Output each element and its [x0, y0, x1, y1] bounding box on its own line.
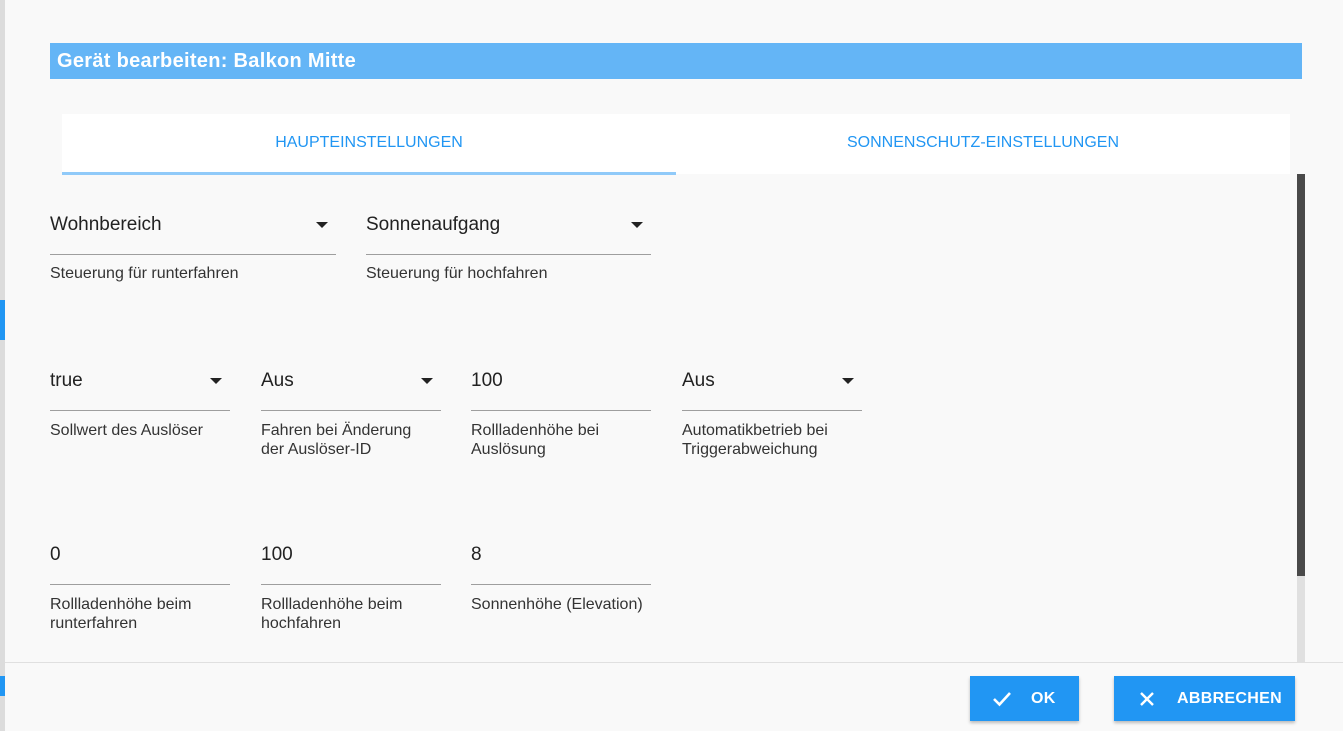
field-label: Steuerung für runterfahren	[50, 265, 239, 282]
select-value: true	[50, 370, 83, 391]
scrollbar-thumb[interactable]	[1297, 174, 1305, 576]
field-label: Sonnenhöhe (Elevation)	[471, 596, 643, 613]
drive-on-change-select[interactable]: Aus Fahren bei Änderung der Auslöser-ID	[261, 366, 441, 461]
input-value: 0	[50, 544, 61, 565]
height-down-input[interactable]: 0 Rollladenhöhe beim runterfahren	[50, 540, 230, 635]
field-label: Triggerabweichung	[682, 441, 818, 458]
check-icon	[992, 691, 1012, 707]
height-on-trigger-input[interactable]: 100 Rollladenhöhe bei Auslösung	[471, 366, 651, 461]
trigger-setpoint-select[interactable]: true Sollwert des Auslöser	[50, 366, 230, 461]
footer-divider	[5, 662, 1343, 663]
input-value: 100	[471, 370, 503, 391]
field-label: Rollladenhöhe beim	[50, 596, 192, 613]
dropdown-arrow-icon	[421, 378, 433, 384]
cancel-button-label: ABBRECHEN	[1177, 689, 1282, 707]
field-label: Steuerung für hochfahren	[366, 265, 548, 282]
content-scrollbar[interactable]	[1297, 174, 1305, 662]
dropdown-arrow-icon	[842, 378, 854, 384]
field-underline	[682, 410, 862, 411]
field-label: Fahren bei Änderung	[261, 422, 412, 439]
field-label: hochfahren	[261, 615, 342, 632]
field-underline	[471, 584, 651, 585]
field-label: Rollladenhöhe beim	[261, 596, 403, 613]
field-label: Rollladenhöhe bei	[471, 422, 600, 439]
down-control-select[interactable]: Wohnbereich Steuerung für runterfahren	[50, 210, 336, 290]
field-underline	[366, 254, 651, 255]
height-up-input[interactable]: 100 Rollladenhöhe beim hochfahren	[261, 540, 441, 635]
cancel-button[interactable]: ABBRECHEN	[1114, 676, 1295, 721]
up-control-select[interactable]: Sonnenaufgang Steuerung für hochfahren	[366, 210, 651, 290]
field-label: Auslösung	[471, 441, 546, 458]
dropdown-arrow-icon	[631, 222, 643, 228]
field-underline	[50, 584, 230, 585]
field-label: der Auslöser-ID	[261, 441, 372, 458]
ok-button[interactable]: OK	[970, 676, 1079, 721]
field-label: Sollwert des Auslöser	[50, 422, 203, 439]
tab-bar: HAUPTEINSTELLUNGEN SONNENSCHUTZ-EINSTELL…	[62, 114, 1290, 175]
auto-on-deviation-select[interactable]: Aus Automatikbetrieb bei Triggerabweichu…	[682, 366, 862, 461]
dialog-title: Gerät bearbeiten: Balkon Mitte	[50, 43, 1302, 79]
field-label: Automatikbetrieb bei	[682, 422, 828, 439]
dropdown-arrow-icon	[210, 378, 222, 384]
select-value: Aus	[261, 370, 294, 391]
select-value: Aus	[682, 370, 715, 391]
input-value: 8	[471, 544, 482, 565]
dropdown-arrow-icon	[316, 222, 328, 228]
select-value: Wohnbereich	[50, 214, 162, 235]
elevation-input[interactable]: 8 Sonnenhöhe (Elevation)	[471, 540, 651, 635]
field-underline	[50, 410, 230, 411]
field-underline	[261, 584, 441, 585]
input-value: 100	[261, 544, 293, 565]
field-underline	[261, 410, 441, 411]
field-underline	[471, 410, 651, 411]
select-value: Sonnenaufgang	[366, 214, 501, 235]
field-label: runterfahren	[50, 615, 138, 632]
tab-main-settings[interactable]: HAUPTEINSTELLUNGEN	[62, 114, 676, 175]
edit-device-dialog: Gerät bearbeiten: Balkon Mitte HAUPTEINS…	[5, 0, 1343, 731]
tab-sun-protection-settings[interactable]: SONNENSCHUTZ-EINSTELLUNGEN	[676, 114, 1290, 174]
ok-button-label: OK	[1031, 689, 1056, 707]
close-icon	[1139, 691, 1155, 707]
field-underline	[50, 254, 336, 255]
